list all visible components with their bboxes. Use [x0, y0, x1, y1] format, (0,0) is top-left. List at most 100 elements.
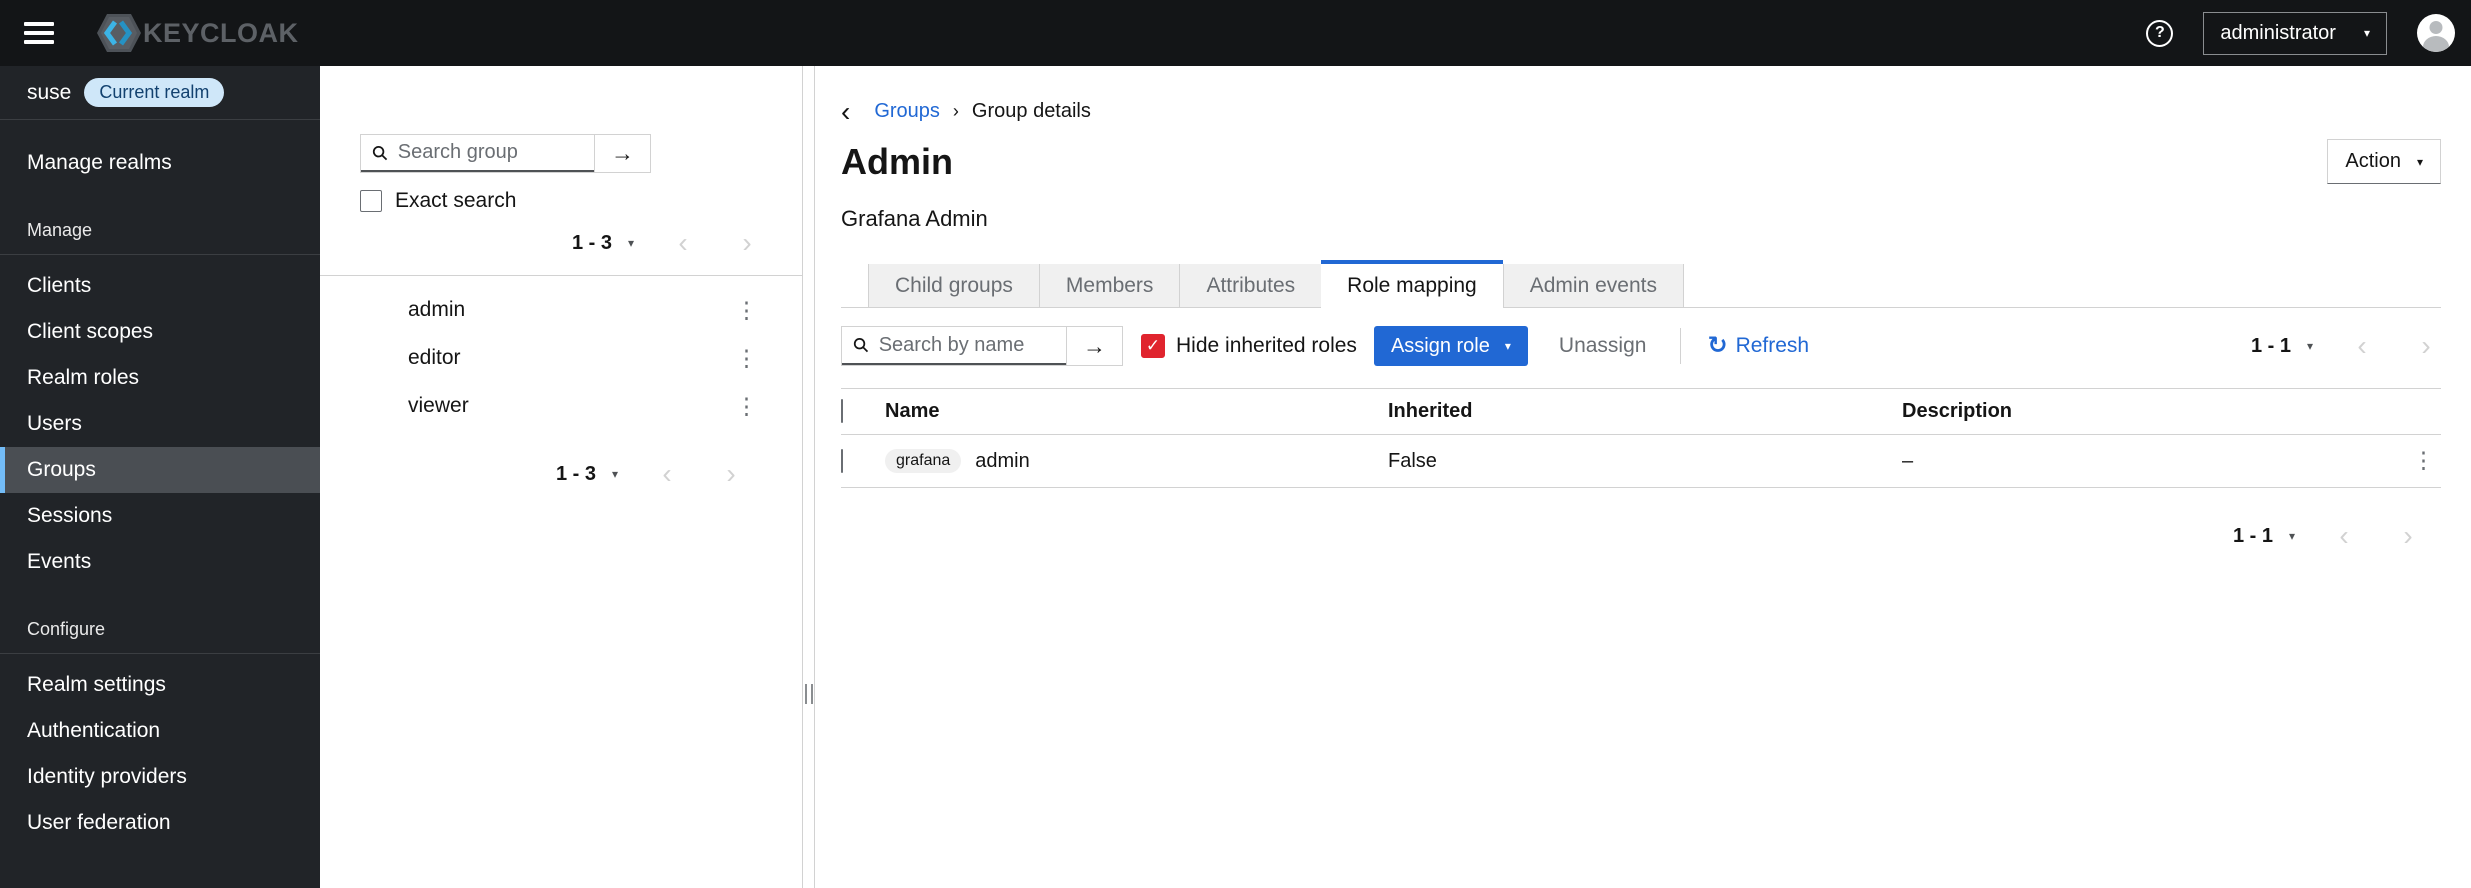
- groups-tree-panel: → Exact search 1 - 3 ▾ ‹ › admin ⋮ e: [320, 66, 802, 888]
- sidebar-item-clients[interactable]: Clients: [0, 263, 320, 309]
- groups-pagination-bottom: 1 - 3 ▾ ‹ ›: [320, 460, 802, 488]
- group-name: editor: [408, 346, 461, 369]
- avatar[interactable]: [2417, 14, 2455, 52]
- tab-bar: Child groups Members Attributes Role map…: [841, 260, 2441, 308]
- roles-pagination-top: 1 - 1 ▾ ‹ ›: [2250, 332, 2441, 360]
- sidebar-item-sessions[interactable]: Sessions: [0, 493, 320, 539]
- client-badge: grafana: [885, 449, 962, 473]
- assign-role-button[interactable]: Assign role ▾: [1373, 326, 1528, 366]
- kebab-menu-icon[interactable]: ⋮: [2412, 448, 2435, 472]
- pagination-options-caret-icon[interactable]: ▾: [2307, 339, 2313, 353]
- sidebar-item-events[interactable]: Events: [0, 539, 320, 585]
- back-chevron-icon[interactable]: ‹: [841, 97, 850, 125]
- toolbar-divider: [1680, 328, 1682, 364]
- role-mapping-toolbar: → ✓ Hide inherited roles Assign role ▾ U…: [841, 326, 2441, 366]
- group-description: Grafana Admin: [841, 206, 988, 231]
- realm-name: suse: [27, 80, 72, 104]
- check-icon: ✓: [1145, 336, 1161, 355]
- sidebar-item-manage-realms[interactable]: Manage realms: [0, 140, 320, 186]
- kebab-menu-icon[interactable]: ⋮: [735, 346, 758, 370]
- panel-resize-splitter[interactable]: [802, 66, 815, 888]
- role-name: admin: [975, 449, 1030, 472]
- group-row-admin[interactable]: admin ⋮: [320, 286, 802, 334]
- page-title: Admin: [841, 140, 953, 182]
- pagination-next-icon[interactable]: ›: [2411, 332, 2441, 360]
- pagination-prev-icon[interactable]: ‹: [2329, 522, 2359, 550]
- role-search: →: [841, 326, 1123, 366]
- exact-search-label: Exact search: [395, 189, 517, 212]
- group-search-submit-button[interactable]: →: [594, 135, 650, 172]
- sidebar-item-groups[interactable]: Groups: [0, 447, 320, 493]
- select-all-checkbox[interactable]: [841, 399, 843, 423]
- tab-role-mapping[interactable]: Role mapping: [1321, 260, 1503, 308]
- sidebar-item-realm-roles[interactable]: Realm roles: [0, 355, 320, 401]
- column-header-inherited: Inherited: [1388, 400, 1473, 422]
- pagination-prev-icon[interactable]: ‹: [652, 460, 682, 488]
- role-search-input[interactable]: [878, 333, 1055, 357]
- pagination-next-icon[interactable]: ›: [716, 460, 746, 488]
- tab-admin-events[interactable]: Admin events: [1502, 264, 1684, 307]
- kebab-menu-icon[interactable]: ⋮: [735, 298, 758, 322]
- column-header-name: Name: [885, 400, 940, 422]
- tab-members[interactable]: Members: [1038, 264, 1180, 307]
- pagination-options-caret-icon[interactable]: ▾: [628, 236, 634, 250]
- group-name: admin: [408, 298, 466, 321]
- sidebar-section-configure: Configure: [0, 619, 320, 654]
- arrow-right-icon: →: [1083, 332, 1106, 359]
- group-row-editor[interactable]: editor ⋮: [320, 334, 802, 382]
- role-search-submit-button[interactable]: →: [1066, 327, 1122, 365]
- pagination-next-icon[interactable]: ›: [732, 229, 762, 257]
- pagination-prev-icon[interactable]: ‹: [668, 229, 698, 257]
- table-row: grafana admin False – ⋮: [841, 435, 2441, 488]
- kebab-menu-icon[interactable]: ⋮: [735, 394, 758, 418]
- hide-inherited-roles-checkbox[interactable]: ✓: [1141, 334, 1165, 358]
- pagination-range: 1 - 1: [2250, 334, 2291, 357]
- unassign-button[interactable]: Unassign: [1559, 334, 1647, 358]
- sidebar-section-manage: Manage: [0, 220, 320, 255]
- pagination-range: 1 - 3: [571, 231, 612, 254]
- pagination-range: 1 - 1: [2232, 524, 2273, 547]
- breadcrumb-groups-link[interactable]: Groups: [874, 100, 940, 123]
- sidebar-item-authentication[interactable]: Authentication: [0, 708, 320, 754]
- hamburger-icon: [24, 22, 54, 26]
- sidebar-item-client-scopes[interactable]: Client scopes: [0, 309, 320, 355]
- help-icon[interactable]: ?: [2146, 19, 2174, 47]
- group-name: viewer: [408, 394, 469, 417]
- sidebar-item-identity-providers[interactable]: Identity providers: [0, 754, 320, 800]
- exact-search-row: Exact search: [360, 189, 802, 213]
- resize-grip-icon: [804, 684, 813, 704]
- tab-attributes[interactable]: Attributes: [1179, 264, 1322, 307]
- pagination-next-icon[interactable]: ›: [2393, 522, 2423, 550]
- role-description: –: [1902, 449, 1914, 472]
- pagination-options-caret-icon[interactable]: ▾: [2289, 529, 2295, 543]
- tab-child-groups[interactable]: Child groups: [868, 264, 1039, 307]
- group-list: admin ⋮ editor ⋮ viewer ⋮: [320, 276, 802, 430]
- role-inherited: False: [1388, 449, 1437, 472]
- table-header-row: Name Inherited Description: [841, 388, 2441, 435]
- action-dropdown-button[interactable]: Action ▾: [2327, 139, 2441, 184]
- search-icon: [372, 145, 388, 160]
- nav-toggle-button[interactable]: [24, 22, 54, 44]
- arrow-right-icon: →: [611, 140, 634, 166]
- breadcrumb-current: Group details: [971, 100, 1091, 122]
- current-realm-badge: Current realm: [84, 78, 225, 107]
- title-row: Admin Action ▾: [841, 139, 2441, 184]
- exact-search-checkbox[interactable]: [360, 190, 382, 212]
- brand-title: KEYCLOAK: [143, 17, 299, 48]
- user-dropdown[interactable]: administrator ▾: [2203, 11, 2387, 55]
- refresh-button[interactable]: ↻ Refresh: [1707, 334, 1809, 358]
- sidebar-item-users[interactable]: Users: [0, 401, 320, 447]
- user-name: administrator: [2220, 21, 2336, 44]
- pagination-prev-icon[interactable]: ‹: [2347, 332, 2377, 360]
- sidebar-item-realm-settings[interactable]: Realm settings: [0, 662, 320, 708]
- group-search-input[interactable]: [397, 141, 583, 164]
- sidebar-item-user-federation[interactable]: User federation: [0, 800, 320, 846]
- keycloak-brand[interactable]: KEYCLOAK: [96, 13, 299, 53]
- realm-selector[interactable]: suse Current realm: [0, 66, 320, 120]
- keycloak-admin-console: KEYCLOAK ? administrator ▾ suse Current …: [0, 0, 2471, 888]
- row-checkbox[interactable]: [841, 448, 843, 473]
- caret-down-icon: ▾: [1504, 339, 1511, 353]
- masthead: KEYCLOAK ? administrator ▾: [0, 0, 2471, 66]
- group-row-viewer[interactable]: viewer ⋮: [320, 382, 802, 430]
- pagination-options-caret-icon[interactable]: ▾: [612, 467, 618, 481]
